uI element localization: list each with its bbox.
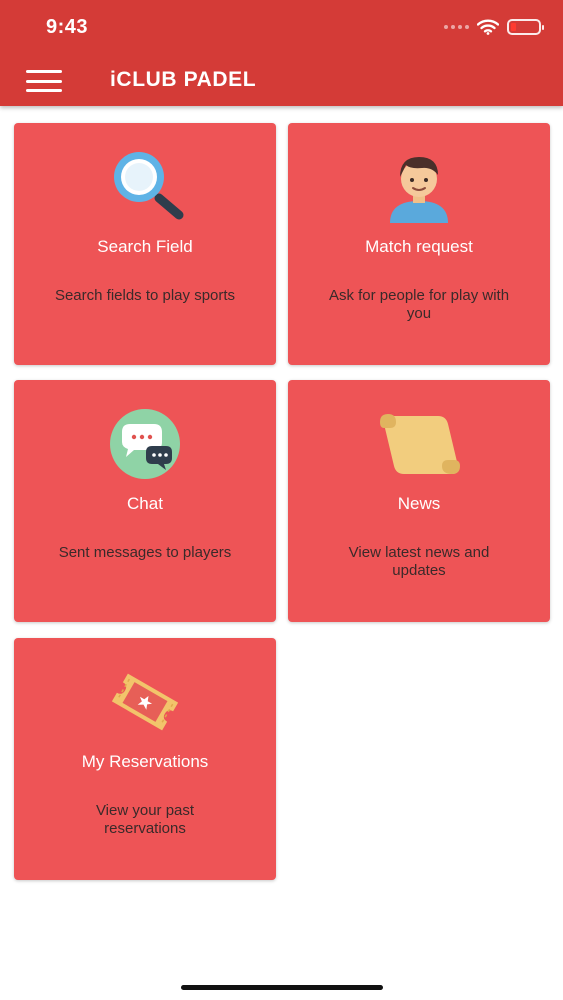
match-request-card[interactable]: Match request Ask for people for play wi…	[288, 123, 550, 365]
status-time: 9:43	[46, 16, 89, 38]
news-card[interactable]: News View latest news and updates	[288, 380, 550, 622]
app-title: iCLUB PADEL	[110, 68, 257, 91]
magnifier-icon	[114, 152, 184, 220]
battery-icon	[507, 19, 544, 35]
scroll-icon	[380, 414, 460, 474]
person-avatar-icon	[390, 157, 448, 223]
my-reservations-card[interactable]: My Reservations View your past reservati…	[14, 638, 276, 880]
chat-card[interactable]: Chat Sent messages to players	[14, 380, 276, 622]
ticket-icon	[111, 673, 179, 731]
card-description: Search fields to play sports	[54, 287, 236, 304]
cellular-signal-icon	[444, 25, 469, 29]
card-title: Chat	[127, 494, 163, 513]
home-indicator[interactable]	[181, 985, 383, 990]
card-description: View your past reservations	[95, 802, 195, 837]
card-title: Search Field	[97, 237, 193, 256]
card-title: News	[397, 494, 441, 513]
status-icons	[444, 16, 544, 38]
chat-bubbles-icon	[110, 409, 180, 479]
card-title: My Reservations	[81, 752, 209, 771]
card-description: View latest news and updates	[348, 544, 490, 579]
wifi-icon	[477, 19, 499, 35]
card-description: Sent messages to players	[58, 544, 232, 561]
hamburger-menu-icon[interactable]	[26, 70, 62, 92]
search-field-card[interactable]: Search Field Search fields to play sport…	[14, 123, 276, 365]
card-title: Match request	[365, 237, 473, 256]
app-header: 9:43 iCLUB PADEL	[0, 0, 563, 106]
card-description: Ask for people for play with you	[328, 287, 510, 322]
